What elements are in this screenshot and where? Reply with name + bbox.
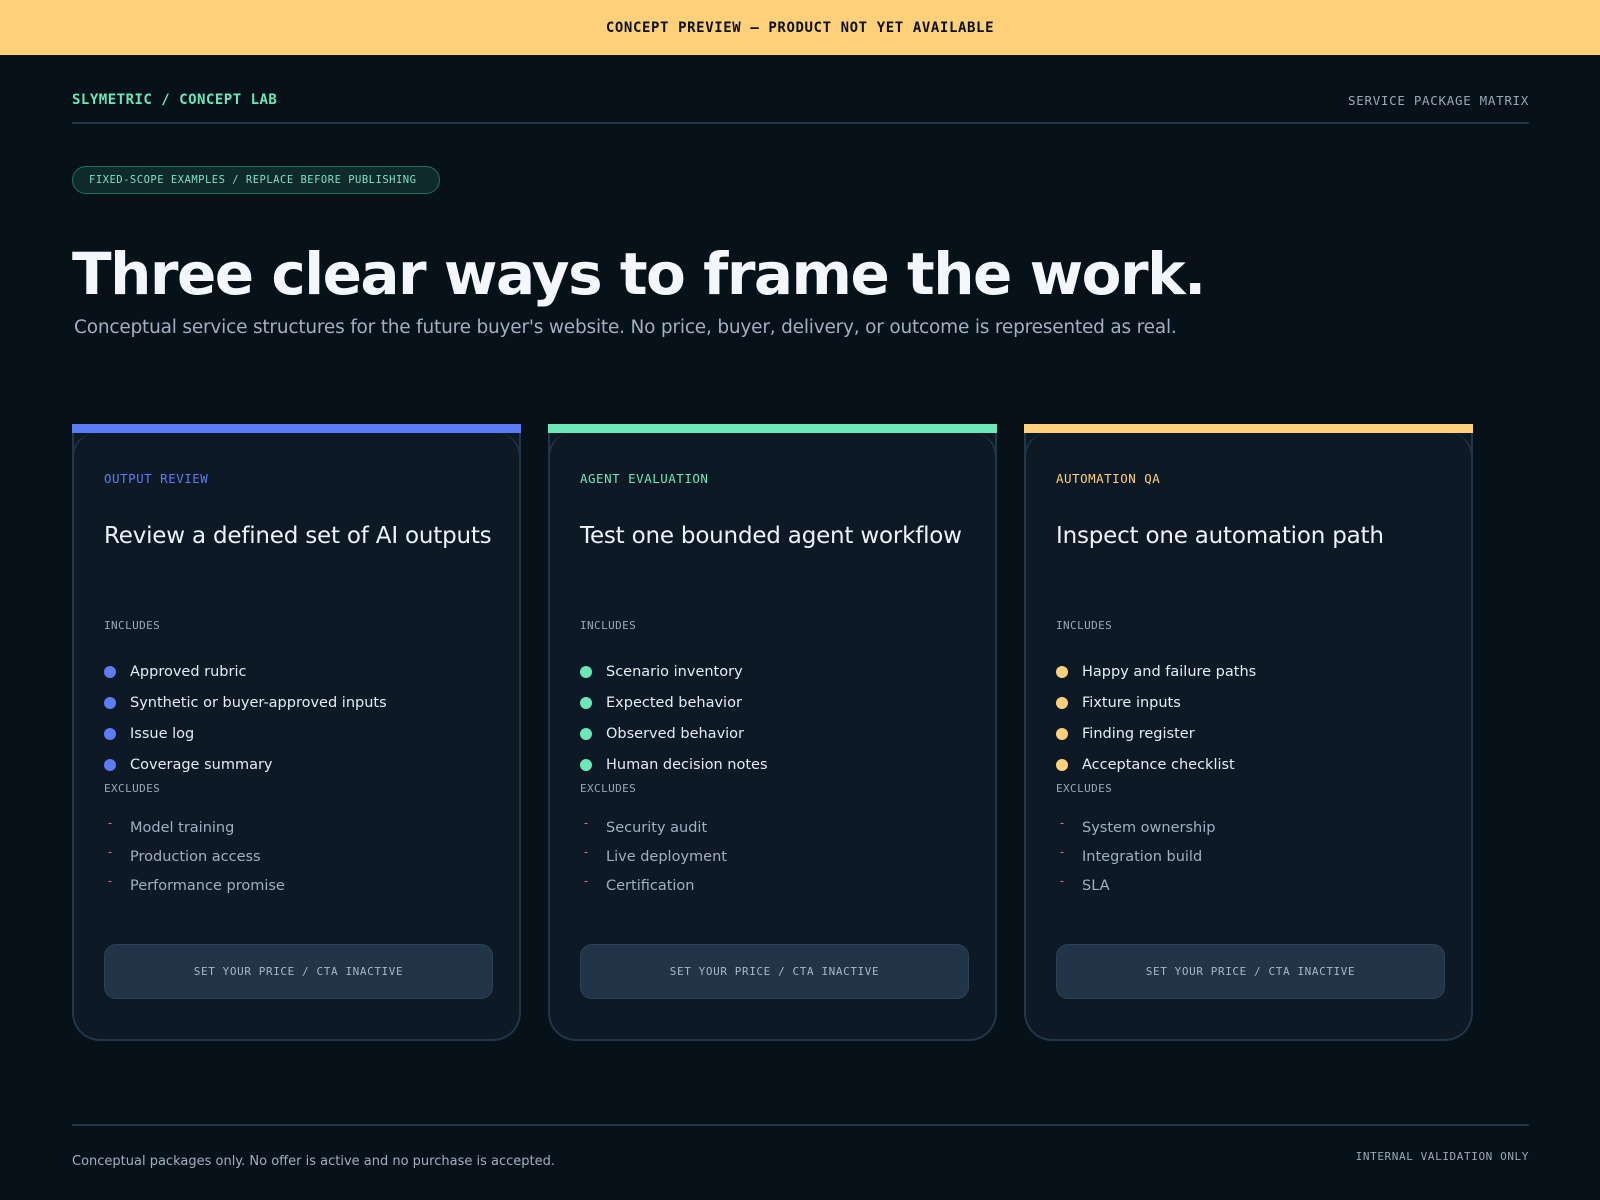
includes-list: Approved rubric Synthetic or buyer-appro… [104,656,387,780]
list-item: - Certification [580,871,727,900]
bullet-dot-icon [1056,665,1068,678]
excludes-list: - Model training - Production access - Perf… [104,813,285,900]
bullet-dot-icon [1056,758,1068,771]
list-item: Acceptance checklist [1056,749,1256,780]
bullet-dot-icon [1056,727,1068,740]
bullet-dot-icon [104,665,116,678]
excludes-list: - System ownership - Integration build - SL… [1056,813,1216,900]
list-item: - Live deployment [580,842,727,871]
includes-list: Scenario inventory Expected behavior Obs… [580,656,768,780]
page-title: Three clear ways to frame the work. [72,240,1206,308]
list-item: - Security audit [580,813,727,842]
package-card-output-review: OUTPUT REVIEW Review a defined set of AI… [72,424,521,1041]
card-title: Inspect one automation path [1056,523,1384,549]
dash-icon: - [1059,815,1065,830]
list-item: Issue log [104,718,387,749]
card-title: Test one bounded agent workflow [580,523,962,549]
banner-text: CONCEPT PREVIEW — PRODUCT NOT YET AVAILA… [605,19,995,36]
dash-icon: - [583,873,589,888]
list-item: - SLA [1056,871,1215,900]
includes-heading: INCLUDES [1056,619,1113,632]
includes-heading: INCLUDES [104,619,161,632]
page-subtitle: Conceptual service structures for the fu… [74,317,1177,338]
brand-link[interactable]: SLYMETRIC / CONCEPT LAB [72,88,277,108]
excludes-heading: EXCLUDES [1056,782,1113,795]
list-item: Scenario inventory [580,656,768,687]
dash-icon: - [1059,873,1065,888]
card-accent-bar [548,424,997,433]
includes-heading: INCLUDES [580,619,637,632]
excludes-list: - Security audit - Live deployment - Certif… [580,813,727,900]
list-item: Coverage summary [104,749,387,780]
list-item: Finding register [1056,718,1256,749]
list-item: - Production access [104,842,285,871]
dash-icon: - [1059,844,1065,859]
dash-icon: - [107,844,113,859]
bullet-dot-icon [1056,696,1068,709]
card-title: Review a defined set of AI outputs [104,523,492,549]
footer-status-label: INTERNAL VALIDATION ONLY [1355,1150,1529,1163]
list-item: - Performance promise [104,871,285,900]
excludes-heading: EXCLUDES [104,782,161,795]
list-item: - Model training [104,813,285,842]
list-item: Observed behavior [580,718,768,749]
list-item: Fixture inputs [1056,687,1256,718]
bullet-dot-icon [580,758,592,771]
card-label: OUTPUT REVIEW [104,471,209,486]
scope-badge: FIXED-SCOPE EXAMPLES / REPLACE BEFORE PU… [72,166,440,194]
list-item: - Integration build [1056,842,1215,871]
concept-banner: CONCEPT PREVIEW — PRODUCT NOT YET AVAILA… [0,0,1600,55]
bullet-dot-icon [104,758,116,771]
bullet-dot-icon [580,727,592,740]
bullet-dot-icon [104,696,116,709]
scope-badge-text: FIXED-SCOPE EXAMPLES / REPLACE BEFORE PU… [89,174,417,186]
includes-list: Happy and failure paths Fixture inputs F… [1056,656,1256,780]
dash-icon: - [107,815,113,830]
set-price-button[interactable]: SET YOUR PRICE / CTA INACTIVE [104,944,493,999]
footer-divider [72,1124,1529,1126]
list-item: Expected behavior [580,687,768,718]
bullet-dot-icon [104,727,116,740]
dash-icon: - [107,873,113,888]
package-card-agent-evaluation: AGENT EVALUATION Test one bounded agent … [548,424,997,1041]
list-item: Synthetic or buyer-approved inputs [104,687,387,718]
dash-icon: - [583,815,589,830]
excludes-heading: EXCLUDES [580,782,637,795]
card-label: AGENT EVALUATION [580,471,709,486]
list-item: Happy and failure paths [1056,656,1256,687]
list-item: Human decision notes [580,749,768,780]
list-item: Approved rubric [104,656,387,687]
footer-note: Conceptual packages only. No offer is ac… [72,1154,555,1169]
card-label: AUTOMATION QA [1056,471,1161,486]
page-section-label: SERVICE PACKAGE MATRIX [1348,93,1529,108]
card-accent-bar [72,424,521,433]
set-price-button[interactable]: SET YOUR PRICE / CTA INACTIVE [580,944,969,999]
bullet-dot-icon [580,665,592,678]
package-card-automation-qa: AUTOMATION QA Inspect one automation pat… [1024,424,1473,1041]
bullet-dot-icon [580,696,592,709]
dash-icon: - [583,844,589,859]
set-price-button[interactable]: SET YOUR PRICE / CTA INACTIVE [1056,944,1445,999]
top-bar: SLYMETRIC / CONCEPT LAB SERVICE PACKAGE … [72,88,1529,124]
card-accent-bar [1024,424,1473,433]
list-item: - System ownership [1056,813,1216,842]
